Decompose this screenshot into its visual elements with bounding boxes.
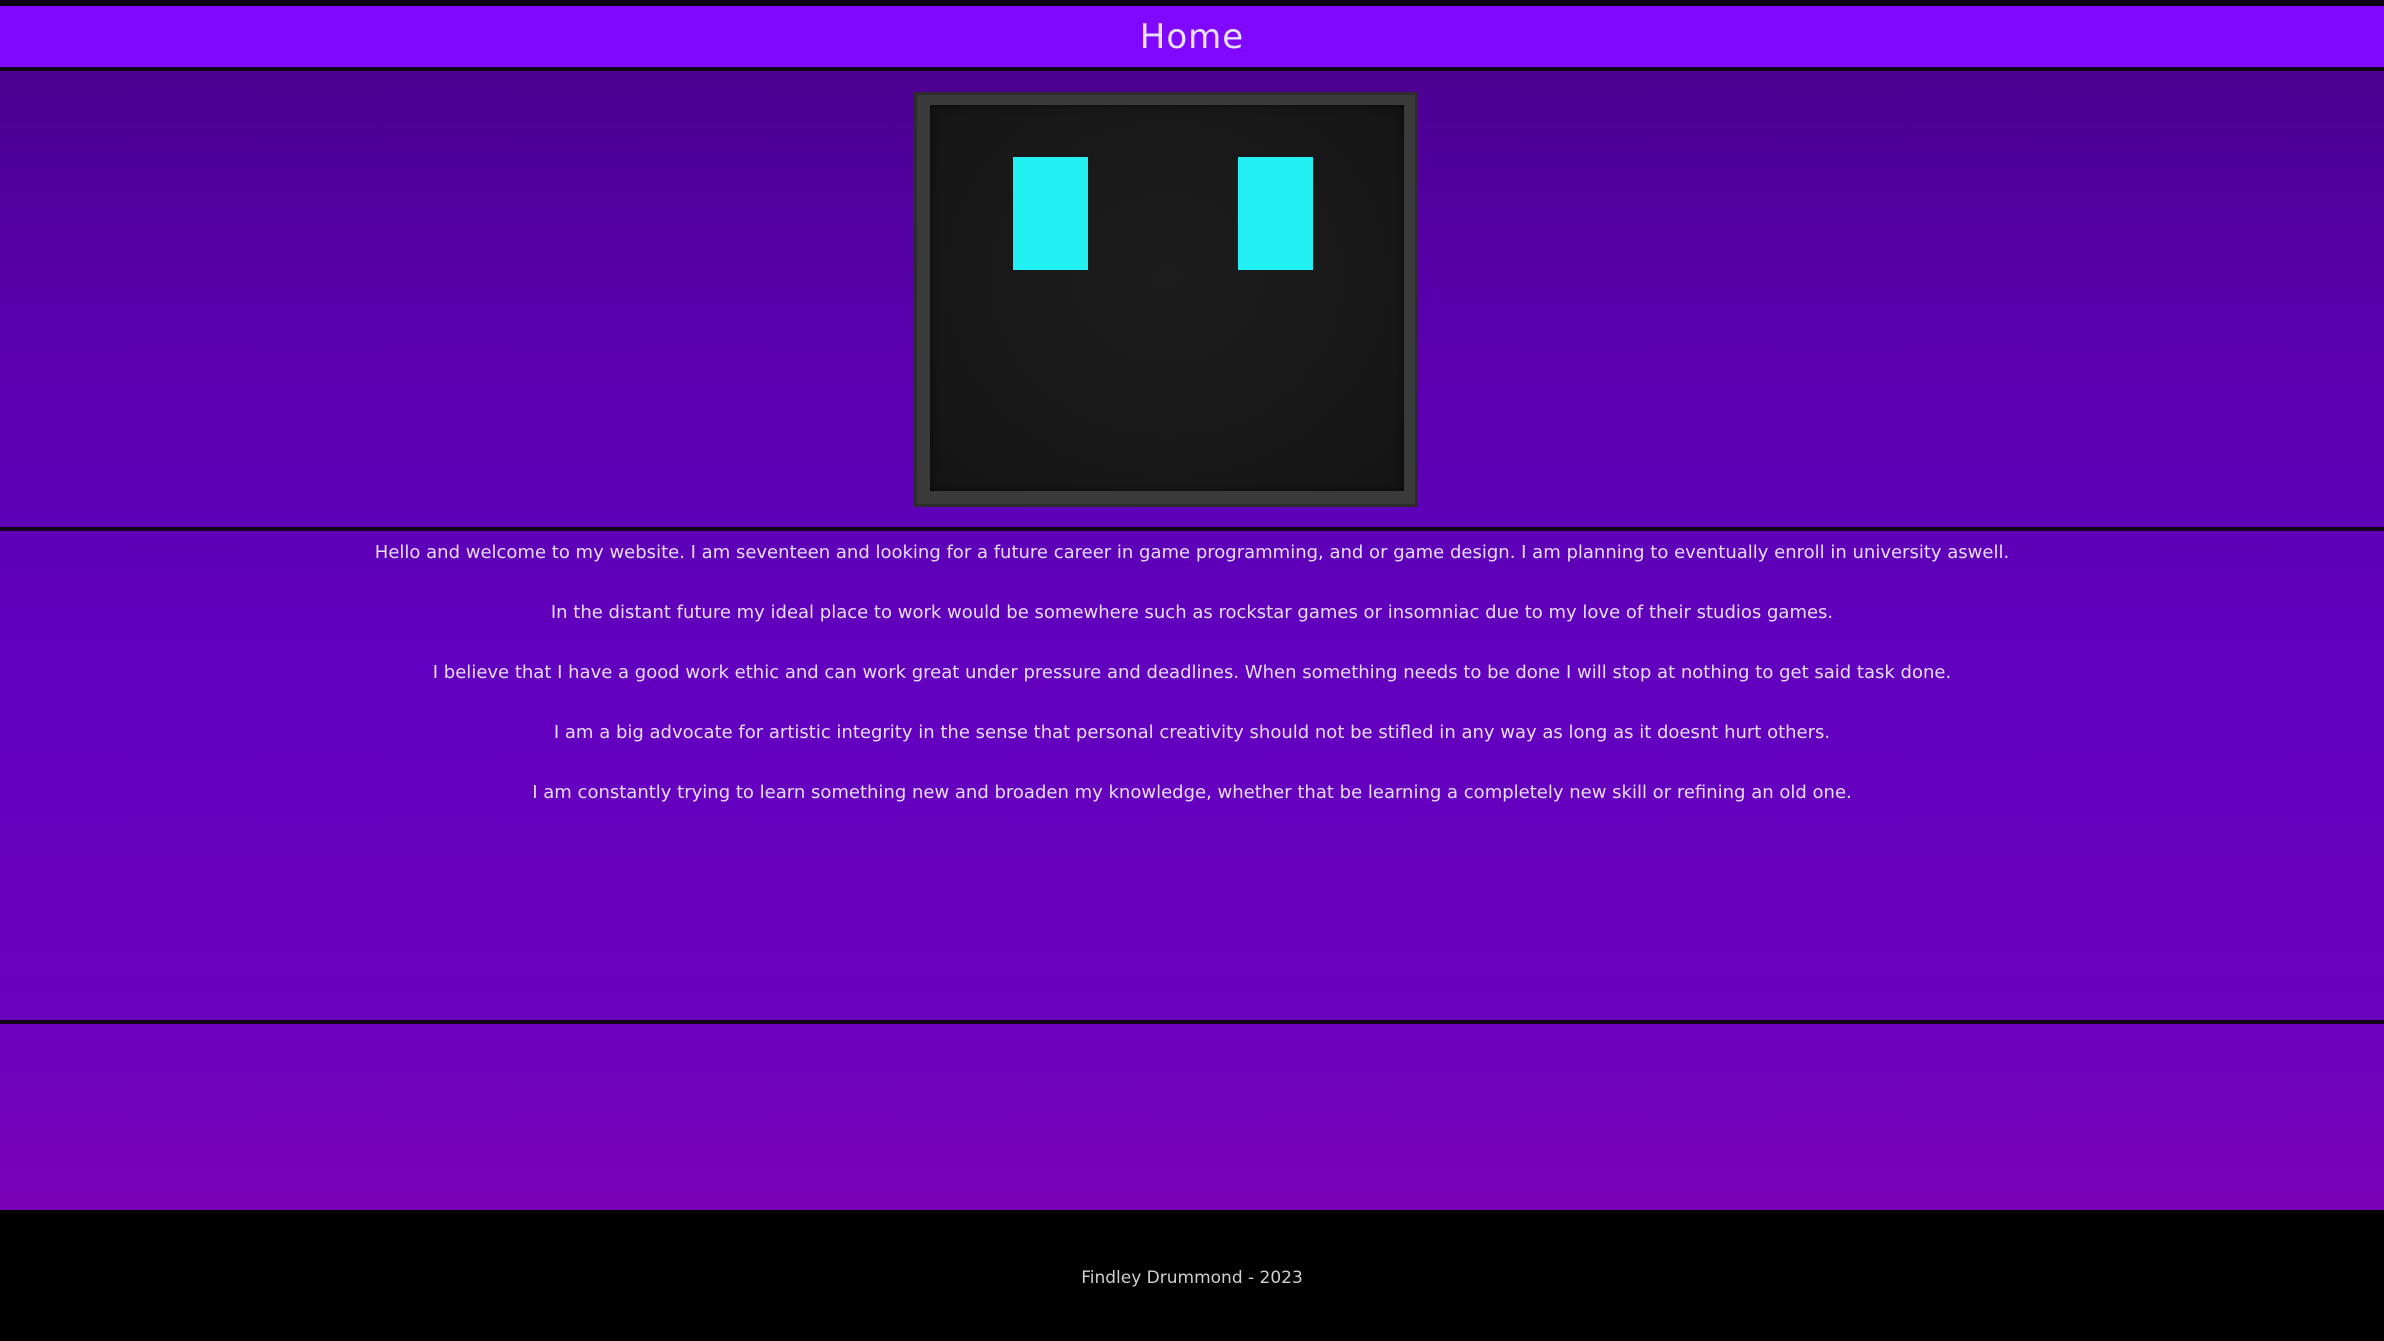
intro-paragraph: I believe that I have a good work ethic … <box>432 662 1952 683</box>
intro-paragraph: Hello and welcome to my website. I am se… <box>374 542 2010 563</box>
site-footer: Findley Drummond - 2023 <box>0 1210 2384 1341</box>
intro-paragraph: In the distant future my ideal place to … <box>550 602 1834 623</box>
hero-divider <box>0 527 2384 531</box>
intro-text: Hello and welcome to my website. I am se… <box>0 536 2384 836</box>
page: Home Hello and welcome to my website. I … <box>0 0 2384 1341</box>
page-title: Home <box>1139 16 1245 57</box>
logo-face <box>930 105 1404 491</box>
logo-right-eye <box>1238 157 1313 270</box>
intro-paragraph: I am a big advocate for artistic integri… <box>553 722 1831 743</box>
content-divider <box>0 1020 2384 1024</box>
intro-paragraph: I am constantly trying to learn somethin… <box>532 782 1852 803</box>
footer-copyright: Findley Drummond - 2023 <box>1081 1267 1303 1288</box>
robot-face-icon <box>914 92 1418 507</box>
site-header: Home <box>0 6 2384 67</box>
logo-left-eye <box>1013 157 1088 270</box>
